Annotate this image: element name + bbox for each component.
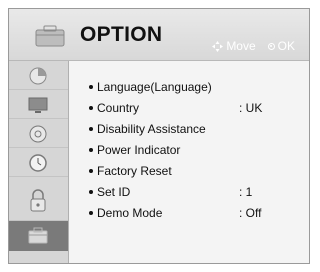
clock-icon — [29, 154, 47, 172]
page-title: OPTION — [80, 23, 163, 46]
nav-hint: Move OK — [212, 39, 295, 53]
lock-icon — [30, 189, 46, 212]
menu-item-country[interactable]: Country : UK — [89, 98, 299, 118]
menu-item-label: Disability Assistance — [97, 122, 206, 136]
tv-screen-icon — [28, 97, 48, 113]
ok-button-icon — [267, 42, 275, 50]
move-arrows-icon — [212, 40, 224, 52]
option-icon — [28, 227, 48, 244]
menu-header: OPTION Move OK — [9, 9, 309, 61]
menu-item-language[interactable]: Language(Language) — [89, 77, 299, 97]
sidebar-item-screen[interactable] — [9, 90, 68, 119]
menu-item-label: Power Indicator — [97, 143, 181, 157]
sidebar-item-option[interactable] — [9, 221, 68, 251]
ok-hint-label: OK — [277, 39, 295, 53]
sidebar-item-audio[interactable] — [9, 119, 68, 148]
menu-item-value: : 1 — [239, 185, 253, 199]
bullet-icon — [89, 148, 93, 152]
menu-item-label: Demo Mode — [97, 206, 163, 220]
bullet-icon — [89, 106, 93, 110]
move-hint-label: Move — [226, 39, 256, 53]
bullet-icon — [89, 127, 93, 131]
menu-item-demo-mode[interactable]: Demo Mode : Off — [89, 203, 299, 223]
menu-item-label: Country — [97, 101, 140, 115]
audio-icon — [29, 125, 47, 143]
bullet-icon — [89, 211, 93, 215]
option-icon — [35, 25, 65, 47]
menu-item-factory-reset[interactable]: Factory Reset — [89, 161, 299, 181]
menu-item-disability-assistance[interactable]: Disability Assistance — [89, 119, 299, 139]
bullet-icon — [89, 190, 93, 194]
picture-icon — [29, 67, 47, 85]
sidebar-item-lock[interactable] — [9, 177, 68, 221]
category-sidebar — [9, 61, 69, 263]
menu-item-label: Language(Language) — [97, 80, 212, 94]
bullet-icon — [89, 169, 93, 173]
menu-item-value: : UK — [239, 101, 263, 115]
sidebar-item-picture[interactable] — [9, 61, 68, 90]
bullet-icon — [89, 85, 93, 89]
menu-item-label: Factory Reset — [97, 164, 172, 178]
sidebar-item-time[interactable] — [9, 148, 68, 177]
menu-item-power-indicator[interactable]: Power Indicator — [89, 140, 299, 160]
option-list: Language(Language) Country : UK Disabili… — [69, 61, 309, 263]
option-menu-window: OPTION Move OK Language(Language) Countr… — [8, 8, 310, 264]
menu-item-label: Set ID — [97, 185, 131, 199]
menu-item-set-id[interactable]: Set ID : 1 — [89, 182, 299, 202]
menu-item-value: : Off — [239, 206, 262, 220]
